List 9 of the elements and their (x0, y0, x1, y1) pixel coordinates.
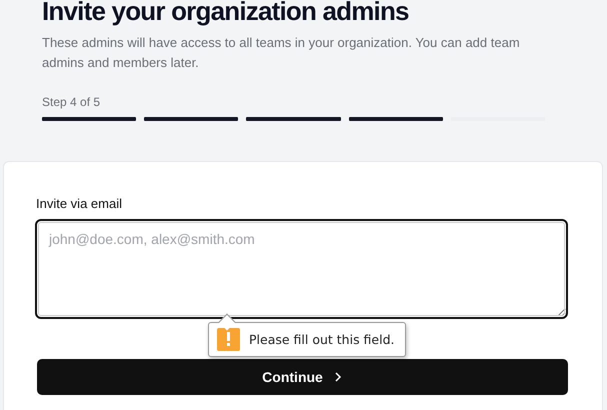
continue-button[interactable]: Continue (37, 359, 568, 395)
page-description: These admins will have access to all teams in your organization. You can add team admins and members later. (42, 34, 521, 72)
warning-icon (217, 328, 240, 351)
validation-message: Please fill out this field. (249, 332, 395, 347)
arrow-right-icon (332, 372, 343, 382)
field-label: Invite via email (36, 196, 123, 211)
page-title: Invite your organization admins (42, 0, 410, 25)
step-label: Step 4 of 5 (42, 95, 102, 109)
email-field[interactable]: john@doe.com, alex@smith.com (35, 219, 568, 319)
